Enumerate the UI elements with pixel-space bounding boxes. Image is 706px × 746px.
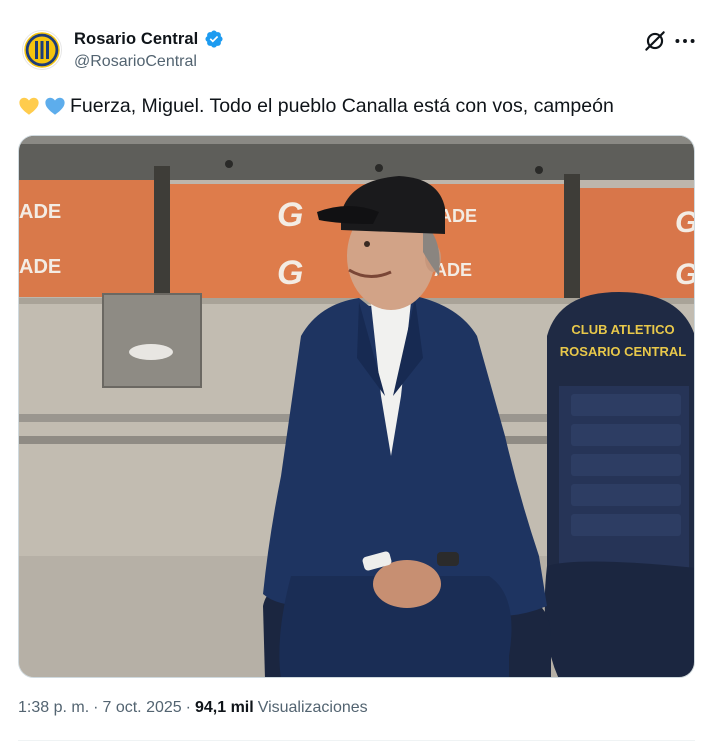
- photo-illustration: G G G G ADE ADE ADE ADE CLUB ATLETICO RO…: [19, 136, 695, 677]
- tweet-date[interactable]: 7 oct. 2025: [102, 699, 181, 717]
- seat-text-line1: CLUB ATLETICO: [571, 322, 674, 337]
- svg-text:G: G: [277, 254, 303, 292]
- grok-icon[interactable]: [642, 28, 668, 54]
- svg-text:G: G: [675, 258, 695, 291]
- tweet-time[interactable]: 1:38 p. m.: [18, 699, 89, 717]
- divider: [18, 740, 695, 741]
- views-label: Visualizaciones: [257, 699, 368, 716]
- club-crest-logo: [24, 32, 60, 68]
- tweet-photo[interactable]: G G G G ADE ADE ADE ADE CLUB ATLETICO RO…: [18, 135, 695, 678]
- author-display-name[interactable]: Rosario Central: [74, 30, 198, 49]
- seat-text-line2: ROSARIO CENTRAL: [560, 344, 686, 359]
- banner-text-2: ADE: [19, 256, 61, 278]
- tweet-text: Fuerza, Miguel. Todo el pueblo Canalla e…: [18, 93, 614, 119]
- meta-separator: ·: [185, 699, 191, 716]
- name-line: Rosario Central: [74, 29, 224, 49]
- verified-badge-icon: [205, 30, 223, 48]
- tweet-body-text: Fuerza, Miguel. Todo el pueblo Canalla e…: [70, 95, 614, 117]
- views-count[interactable]: 94,1 mil: [195, 699, 254, 717]
- svg-text:G: G: [277, 196, 303, 234]
- svg-text:G: G: [675, 206, 695, 239]
- avatar[interactable]: [22, 30, 62, 70]
- more-options-icon[interactable]: [672, 28, 698, 54]
- meta-separator: ·: [93, 699, 99, 716]
- tweet-header: Rosario Central @RosarioCentral: [18, 26, 698, 74]
- tweet-metadata: 1:38 p. m. · 7 oct. 2025 · 94,1 mil Visu…: [18, 699, 368, 717]
- yellow-heart-icon: [19, 97, 39, 115]
- author-handle[interactable]: @RosarioCentral: [74, 53, 197, 71]
- blue-heart-icon: [45, 97, 65, 115]
- banner-text-1: ADE: [19, 201, 61, 223]
